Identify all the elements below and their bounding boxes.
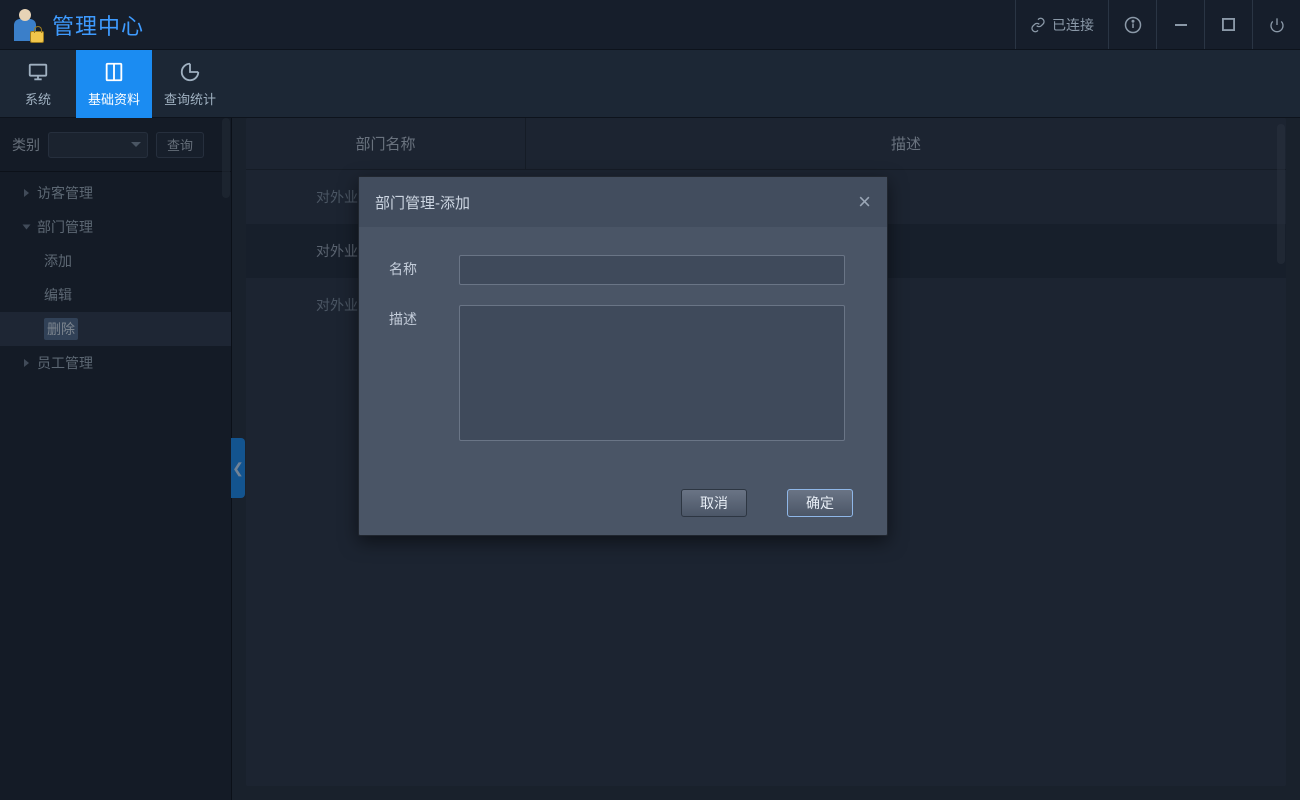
sidebar-collapse-handle[interactable]: ❮ — [231, 438, 245, 498]
query-button-label: 查询 — [167, 135, 193, 154]
tree-child-edit[interactable]: 编辑 — [0, 278, 231, 312]
tree-item-visitor-mgmt[interactable]: 访客管理 — [0, 176, 231, 210]
tree-item-label: 访客管理 — [37, 183, 93, 203]
power-icon — [1269, 17, 1285, 33]
power-button[interactable] — [1252, 0, 1300, 49]
modal-close-button[interactable]: × — [858, 191, 871, 213]
close-icon: × — [858, 189, 871, 214]
modal-title: 部门管理-添加 — [375, 192, 470, 213]
monitor-icon — [27, 61, 49, 83]
tree-child-label: 编辑 — [44, 285, 72, 305]
titlebar: 管理中心 已连接 — [0, 0, 1300, 50]
connection-status: 已连接 — [1015, 0, 1108, 49]
chevron-down-icon — [23, 225, 31, 230]
link-icon — [1030, 17, 1046, 33]
query-button[interactable]: 查询 — [156, 132, 204, 158]
connection-status-label: 已连接 — [1052, 15, 1094, 35]
minimize-icon — [1174, 18, 1188, 32]
tree-child-add[interactable]: 添加 — [0, 244, 231, 278]
cancel-button[interactable]: 取消 — [681, 489, 747, 517]
chevron-left-icon: ❮ — [232, 460, 244, 477]
tab-query-stats[interactable]: 查询统计 — [152, 50, 228, 118]
app-logo-icon — [10, 7, 46, 43]
pie-chart-icon — [179, 61, 201, 83]
th-description: 描述 — [526, 118, 1286, 169]
tree-child-delete[interactable]: 删除 — [0, 312, 231, 346]
tab-query-stats-label: 查询统计 — [164, 89, 216, 108]
book-icon — [103, 61, 125, 83]
tab-base-data[interactable]: 基础资料 — [76, 50, 152, 118]
label-desc: 描述 — [389, 305, 459, 441]
content-scrollbar[interactable] — [1277, 124, 1285, 264]
form-row-name: 名称 — [389, 255, 857, 285]
tree-child-label: 添加 — [44, 251, 72, 271]
tab-system-label: 系统 — [25, 89, 51, 108]
sidebar-scrollbar[interactable] — [222, 118, 230, 198]
filter-label: 类别 — [12, 135, 40, 155]
tab-base-data-label: 基础资料 — [88, 89, 140, 108]
tree-item-staff-mgmt[interactable]: 员工管理 — [0, 346, 231, 380]
filter-bar: 类别 查询 — [0, 118, 231, 172]
chevron-right-icon — [24, 359, 29, 367]
textarea-desc[interactable] — [459, 305, 845, 441]
chevron-down-icon — [131, 142, 141, 147]
form-row-desc: 描述 — [389, 305, 857, 441]
minimize-button[interactable] — [1156, 0, 1204, 49]
app-title: 管理中心 — [52, 9, 144, 41]
modal-footer: 取消 确定 — [359, 471, 887, 535]
chevron-right-icon — [24, 189, 29, 197]
modal-body: 名称 描述 — [359, 227, 887, 471]
tree-child-label: 删除 — [44, 318, 78, 340]
info-button[interactable] — [1108, 0, 1156, 49]
cancel-button-label: 取消 — [700, 493, 728, 513]
category-select[interactable] — [48, 132, 148, 158]
modal-header: 部门管理-添加 × — [359, 177, 887, 227]
input-name[interactable] — [459, 255, 845, 285]
table-header: 部门名称 描述 — [246, 118, 1286, 170]
confirm-button-label: 确定 — [806, 493, 834, 513]
maximize-icon — [1222, 18, 1235, 31]
top-tabs: 系统 基础资料 查询统计 — [0, 50, 1300, 118]
tree-item-dept-mgmt[interactable]: 部门管理 — [0, 210, 231, 244]
maximize-button[interactable] — [1204, 0, 1252, 49]
sidebar: 类别 查询 访客管理 部门管理 添加 编辑 删除 — [0, 118, 232, 800]
add-dept-modal: 部门管理-添加 × 名称 描述 取消 确定 — [358, 176, 888, 536]
tree-item-label: 部门管理 — [37, 217, 93, 237]
label-name: 名称 — [389, 255, 459, 285]
th-dept-name: 部门名称 — [246, 118, 526, 169]
info-icon — [1124, 16, 1142, 34]
nav-tree: 访客管理 部门管理 添加 编辑 删除 员工管理 — [0, 172, 231, 380]
tab-system[interactable]: 系统 — [0, 50, 76, 118]
confirm-button[interactable]: 确定 — [787, 489, 853, 517]
tree-item-label: 员工管理 — [37, 353, 93, 373]
